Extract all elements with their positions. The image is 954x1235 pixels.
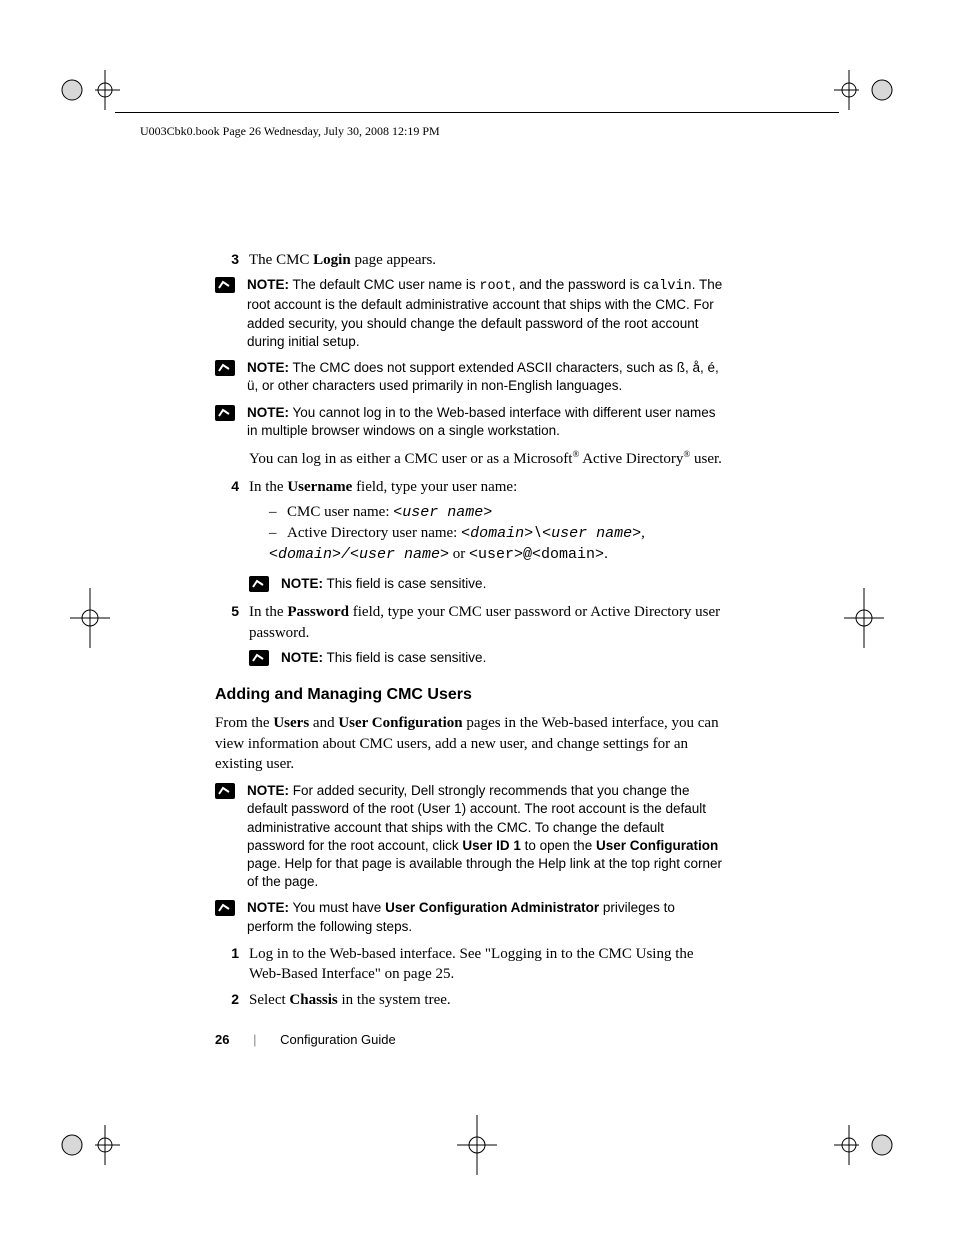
- step-4: 4 In the Username field, type your user …: [215, 477, 725, 569]
- step-number: 5: [215, 602, 249, 643]
- note-icon: [249, 649, 281, 668]
- login-user-types: You can log in as either a CMC user or a…: [249, 448, 725, 469]
- crop-mark-icon: [60, 588, 120, 648]
- note-text: NOTE: This field is case sensitive.: [281, 575, 725, 594]
- note-security-recommendation: NOTE: For added security, Dell strongly …: [215, 782, 725, 891]
- top-rule: [115, 112, 839, 113]
- note-icon: [215, 404, 247, 423]
- note-case-sensitive: NOTE: This field is case sensitive.: [249, 649, 725, 668]
- footer-title: Configuration Guide: [280, 1032, 396, 1047]
- note-icon: [215, 276, 247, 295]
- note-icon: [249, 575, 281, 594]
- section-heading: Adding and Managing CMC Users: [215, 684, 725, 706]
- crop-mark-icon: [60, 60, 120, 120]
- note-icon: [215, 899, 247, 918]
- footer-separator: |: [253, 1032, 256, 1047]
- note-text: NOTE: The CMC does not support extended …: [247, 359, 725, 395]
- content-area: 3 The CMC Login page appears. NOTE: The …: [215, 250, 725, 1017]
- running-header: U003Cbk0.book Page 26 Wednesday, July 30…: [140, 124, 814, 139]
- section-step-1: 1 Log in to the Web-based interface. See…: [215, 944, 725, 985]
- page: U003Cbk0.book Page 26 Wednesday, July 30…: [0, 0, 954, 1235]
- note-text: NOTE: You cannot log in to the Web-based…: [247, 404, 725, 440]
- note-icon: [215, 359, 247, 378]
- crop-mark-icon: [834, 60, 894, 120]
- crop-mark-icon: [834, 588, 894, 648]
- note-multiwindow: NOTE: You cannot log in to the Web-based…: [215, 404, 725, 440]
- note-ascii: NOTE: The CMC does not support extended …: [215, 359, 725, 395]
- step-number: 2: [215, 990, 249, 1010]
- step-number: 4: [215, 477, 249, 569]
- crop-mark-icon: [447, 1115, 507, 1175]
- note-icon: [215, 782, 247, 801]
- crop-mark-icon: [834, 1115, 894, 1175]
- note-privileges: NOTE: You must have User Configuration A…: [215, 899, 725, 935]
- step-number: 3: [215, 250, 249, 270]
- list-item: Active Directory user name: <domain>\<us…: [269, 523, 725, 566]
- note-text: NOTE: This field is case sensitive.: [281, 649, 725, 668]
- note-text: NOTE: You must have User Configuration A…: [247, 899, 725, 935]
- note-text: NOTE: For added security, Dell strongly …: [247, 782, 725, 891]
- section-step-2: 2 Select Chassis in the system tree.: [215, 990, 725, 1010]
- list-item: CMC user name: <user name>: [269, 502, 725, 523]
- step-text: In the Username field, type your user na…: [249, 477, 725, 569]
- step-text: Select Chassis in the system tree.: [249, 990, 725, 1010]
- note-default-credentials: NOTE: The default CMC user name is root,…: [215, 276, 725, 351]
- note-text: NOTE: The default CMC user name is root,…: [247, 276, 725, 351]
- page-footer: 26 | Configuration Guide: [215, 1032, 396, 1047]
- step-5: 5 In the Password field, type your CMC u…: [215, 602, 725, 643]
- step-text: Log in to the Web-based interface. See "…: [249, 944, 725, 985]
- step-text: The CMC Login page appears.: [249, 250, 725, 270]
- crop-mark-icon: [60, 1115, 120, 1175]
- step-number: 1: [215, 944, 249, 985]
- step-text: In the Password field, type your CMC use…: [249, 602, 725, 643]
- section-intro: From the Users and User Configuration pa…: [215, 713, 725, 774]
- note-case-sensitive: NOTE: This field is case sensitive.: [249, 575, 725, 594]
- step-3: 3 The CMC Login page appears.: [215, 250, 725, 270]
- page-number: 26: [215, 1032, 229, 1047]
